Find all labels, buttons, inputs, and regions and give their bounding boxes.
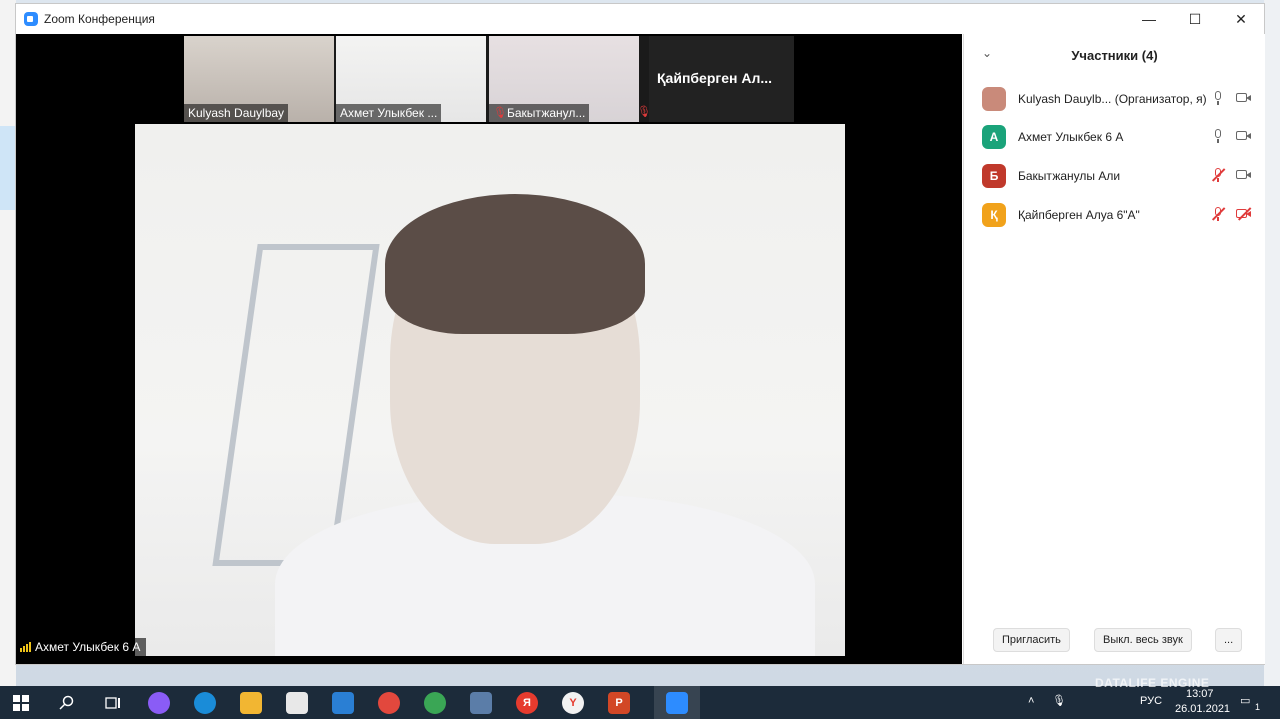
- thumbnail-name: Ахмет Улыкбек ...: [336, 104, 442, 122]
- speaker-hair: [385, 194, 645, 334]
- tray-chevron-icon[interactable]: ˄: [1028, 695, 1034, 707]
- maximize-button[interactable]: ☐: [1172, 4, 1218, 34]
- chrome-icon[interactable]: [378, 692, 400, 714]
- avatar: А: [982, 125, 1006, 149]
- participant-name: Бакытжанулы Али: [1018, 169, 1121, 183]
- mic-muted-icon[interactable]: [1210, 206, 1226, 222]
- mic-muted-icon[interactable]: [1210, 167, 1226, 183]
- zoom-window: Zoom Конференция — ☐ ✕ Kulyash Dauylbay …: [16, 4, 1265, 664]
- window-controls: — ☐ ✕: [1126, 4, 1264, 34]
- camera-off-icon[interactable]: [1236, 206, 1252, 222]
- meeting-area: Kulyash Dauylbay Ахмет Улыкбек ... Бакыт…: [16, 34, 962, 664]
- active-speaker-video: [135, 124, 845, 656]
- desktop-right-edge: [1264, 0, 1280, 686]
- participant-controls: [1210, 90, 1252, 106]
- thumbnail-name: Kulyash Dauylbay: [184, 104, 289, 122]
- desktop-left-edge: [0, 0, 16, 686]
- participant-row[interactable]: Б Бакытжанулы Али: [982, 163, 1252, 189]
- zoom-taskbar-icon[interactable]: [666, 692, 688, 714]
- participant-row[interactable]: Kulyash Dauylb... (Организатор, я): [982, 86, 1252, 112]
- watermark-text: DATALIFE ENGINE: [1095, 676, 1210, 690]
- active-speaker-name: Ахмет Улыкбек 6 А: [35, 640, 141, 654]
- participant-thumbnail[interactable]: Бакытжанул... 🎙: [489, 36, 639, 122]
- task-view-icon[interactable]: [102, 692, 124, 714]
- store-icon[interactable]: [286, 692, 308, 714]
- tray-mic-icon[interactable]: 🎙: [1052, 694, 1066, 707]
- yandex-browser-icon[interactable]: Y: [562, 692, 584, 714]
- avatar: [982, 87, 1006, 111]
- alice-assistant-icon[interactable]: [148, 692, 170, 714]
- zoom-logo-icon: [24, 12, 38, 26]
- window-title: Zoom Конференция: [44, 12, 155, 26]
- close-button[interactable]: ✕: [1218, 4, 1264, 34]
- participant-name: Ахмет Улыкбек 6 А: [1018, 130, 1124, 144]
- avatar: Қ: [982, 203, 1006, 227]
- file-explorer-icon[interactable]: [240, 692, 262, 714]
- participants-footer: Пригласить Выкл. весь звук ...: [964, 614, 1265, 664]
- thumbnail-strip: Kulyash Dauylbay Ахмет Улыкбек ... Бакыт…: [184, 36, 794, 122]
- participants-panel: ⌄ Участники (4) Kulyash Dauylb... (Орган…: [963, 34, 1265, 664]
- name-tile-label: Қайпберген Ал...: [657, 70, 773, 86]
- globe-app-icon[interactable]: [424, 692, 446, 714]
- chevron-down-icon[interactable]: ⌄: [982, 46, 992, 60]
- more-button[interactable]: ...: [1215, 628, 1243, 652]
- participant-thumbnail[interactable]: Kulyash Dauylbay: [184, 36, 334, 122]
- mic-muted-icon: 🎙: [493, 107, 507, 119]
- notification-icon[interactable]: ▭: [1240, 694, 1250, 707]
- participant-controls: [1210, 206, 1252, 222]
- powerpoint-icon[interactable]: P: [608, 692, 630, 714]
- participants-title: Участники (4): [1071, 47, 1158, 63]
- desktop-left-highlight: [0, 126, 16, 210]
- active-speaker-label: Ахмет Улыкбек 6 А: [16, 638, 147, 656]
- participant-name: Қайпберген Алуа 6"А": [1018, 208, 1140, 222]
- participant-row[interactable]: Қ Қайпберген Алуа 6"А": [982, 202, 1252, 228]
- invite-button[interactable]: Пригласить: [993, 628, 1070, 652]
- windows-taskbar: Я Y P ˄ 🎙 РУС 13:07 26.01.2021 ▭ 1: [0, 686, 1280, 719]
- participant-thumbnail-active[interactable]: Ахмет Улыкбек ...: [336, 36, 486, 122]
- camera-icon[interactable]: [1236, 90, 1252, 106]
- avatar: Б: [982, 164, 1006, 188]
- participant-name: Kulyash Dauylb... (Организатор, я): [1018, 92, 1207, 106]
- connection-signal-icon: [20, 642, 31, 652]
- edge-browser-icon[interactable]: [194, 692, 216, 714]
- mic-icon[interactable]: [1210, 90, 1226, 106]
- notification-count: 1: [1255, 702, 1261, 712]
- mic-muted-icon: 🎙: [637, 106, 651, 118]
- language-indicator[interactable]: РУС: [1140, 695, 1162, 707]
- clock-date[interactable]: 26.01.2021: [1175, 703, 1230, 715]
- mute-all-button[interactable]: Выкл. весь звук: [1094, 628, 1192, 652]
- participant-row[interactable]: А Ахмет Улыкбек 6 А: [982, 124, 1252, 150]
- minimize-button[interactable]: —: [1126, 4, 1172, 34]
- title-bar[interactable]: Zoom Конференция — ☐ ✕: [16, 4, 1264, 34]
- yandex-icon[interactable]: Я: [516, 692, 538, 714]
- camera-icon[interactable]: [1236, 128, 1252, 144]
- mail-icon[interactable]: [332, 692, 354, 714]
- participant-name-tile[interactable]: Қайпберген Ал... 🎙: [637, 36, 794, 122]
- participant-controls: [1210, 128, 1252, 144]
- network-app-icon[interactable]: [470, 692, 492, 714]
- participants-header: ⌄ Участники (4): [964, 34, 1265, 76]
- windows-start-icon[interactable]: [10, 692, 32, 714]
- participant-controls: [1210, 167, 1252, 183]
- camera-icon[interactable]: [1236, 167, 1252, 183]
- search-icon[interactable]: [56, 692, 78, 714]
- mic-icon[interactable]: [1210, 128, 1226, 144]
